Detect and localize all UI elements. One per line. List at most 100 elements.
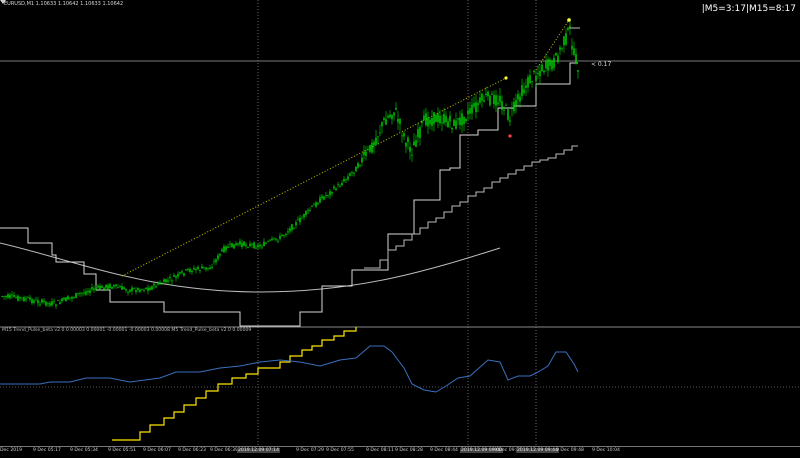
candle-body [175,276,177,278]
candle-body [515,99,517,106]
candle-body [49,303,51,306]
candle-body [199,270,201,271]
candle-body [265,243,267,244]
candle-body [99,285,101,289]
time-axis[interactable]: Dec 2019 9 Dec 05:17 9 Dec 05:34 9 Dec 05:5… [0,446,800,458]
candle-body [363,151,365,155]
candle-body [487,91,489,97]
candle-body [59,302,61,304]
candle-body [43,300,45,302]
candle-body [557,55,559,63]
candle-body [17,295,19,301]
candle-body [77,292,79,294]
time-axis-tick: 9 Dec 07:29 [296,448,324,453]
candle-body [257,244,259,248]
candle-body [149,287,151,291]
candle-body [461,113,463,126]
candle-body [209,267,211,270]
candle-body [407,137,409,143]
candle-body [275,238,277,240]
candle-body [281,234,283,237]
candle-body [229,243,231,245]
candle-body [413,141,415,146]
indicator-blue-line [0,345,579,393]
candle-body [405,142,407,147]
time-axis-tick: 9 Dec 05:17 [33,448,61,453]
candle-body [373,141,375,146]
candle-body [101,285,103,288]
candle-body [157,282,159,285]
candle-body [153,283,155,286]
candle-body [409,146,411,152]
candle-body [483,100,485,102]
candle-body [21,297,23,299]
candle-body [337,184,339,186]
candle-body [325,195,327,196]
candle-body [201,266,203,269]
candle-body [359,164,361,167]
candle-body [39,304,41,305]
indicator-yellow-line [112,327,357,441]
candle-body [273,237,275,239]
candle-body [443,114,445,124]
candle-body [571,45,573,50]
candle-body [287,231,289,233]
candle-body [349,173,351,176]
smooth-curve [0,242,501,293]
candle-body [541,64,543,71]
candle-body [249,243,251,247]
candle-body [439,115,441,124]
candle-body [239,241,241,245]
candle-body [383,118,385,120]
candle-body [235,243,237,246]
candle-body [155,286,157,288]
candle-body [171,280,173,282]
candle-body [41,299,43,303]
candle-body [145,287,147,290]
candle-body [425,113,427,126]
candle-body [137,287,139,290]
candle-body [353,172,355,174]
candle-body [67,296,69,300]
candle-body [55,304,57,306]
candle-body [233,244,235,249]
candle-body [93,288,95,291]
candle-body [377,136,379,138]
time-axis-tick: Dec 2019 [0,448,23,453]
candle-body [433,112,435,124]
candle-body [19,297,21,299]
candle-body [449,115,451,122]
chart-canvas[interactable] [0,0,800,457]
candle-body [385,119,387,125]
candle-body [177,273,179,277]
time-axis-tick: 9 Dec 10:04 [592,448,620,453]
candle-body [9,294,11,298]
candle-body [11,294,13,296]
time-axis-tick: 9 Dec 08:11 [366,448,394,453]
candle-body [361,157,363,163]
candle-body [395,107,397,110]
candle-body [113,285,115,287]
candle-body [411,154,413,156]
candle-body [521,85,523,97]
candle-body [549,59,551,66]
candle-body [331,192,333,194]
candle-body [187,268,189,270]
candle-body [519,96,521,102]
candle-body [323,196,325,200]
time-axis-tick: 2019.12.09 09:44 [516,448,560,453]
candle-body [375,137,377,145]
candle-body [285,233,287,235]
candle-body [87,290,89,292]
candle-body [365,151,367,156]
candle-body [511,108,513,109]
candle-body [183,273,185,276]
time-axis-tick: 9 Dec 07:55 [326,448,354,453]
candle-body [25,298,27,300]
candle-body [351,172,353,174]
candle-body [527,77,529,88]
candle-body [179,272,181,274]
candle-body [465,119,467,122]
candle-body [271,238,273,241]
candle-body [193,268,195,270]
